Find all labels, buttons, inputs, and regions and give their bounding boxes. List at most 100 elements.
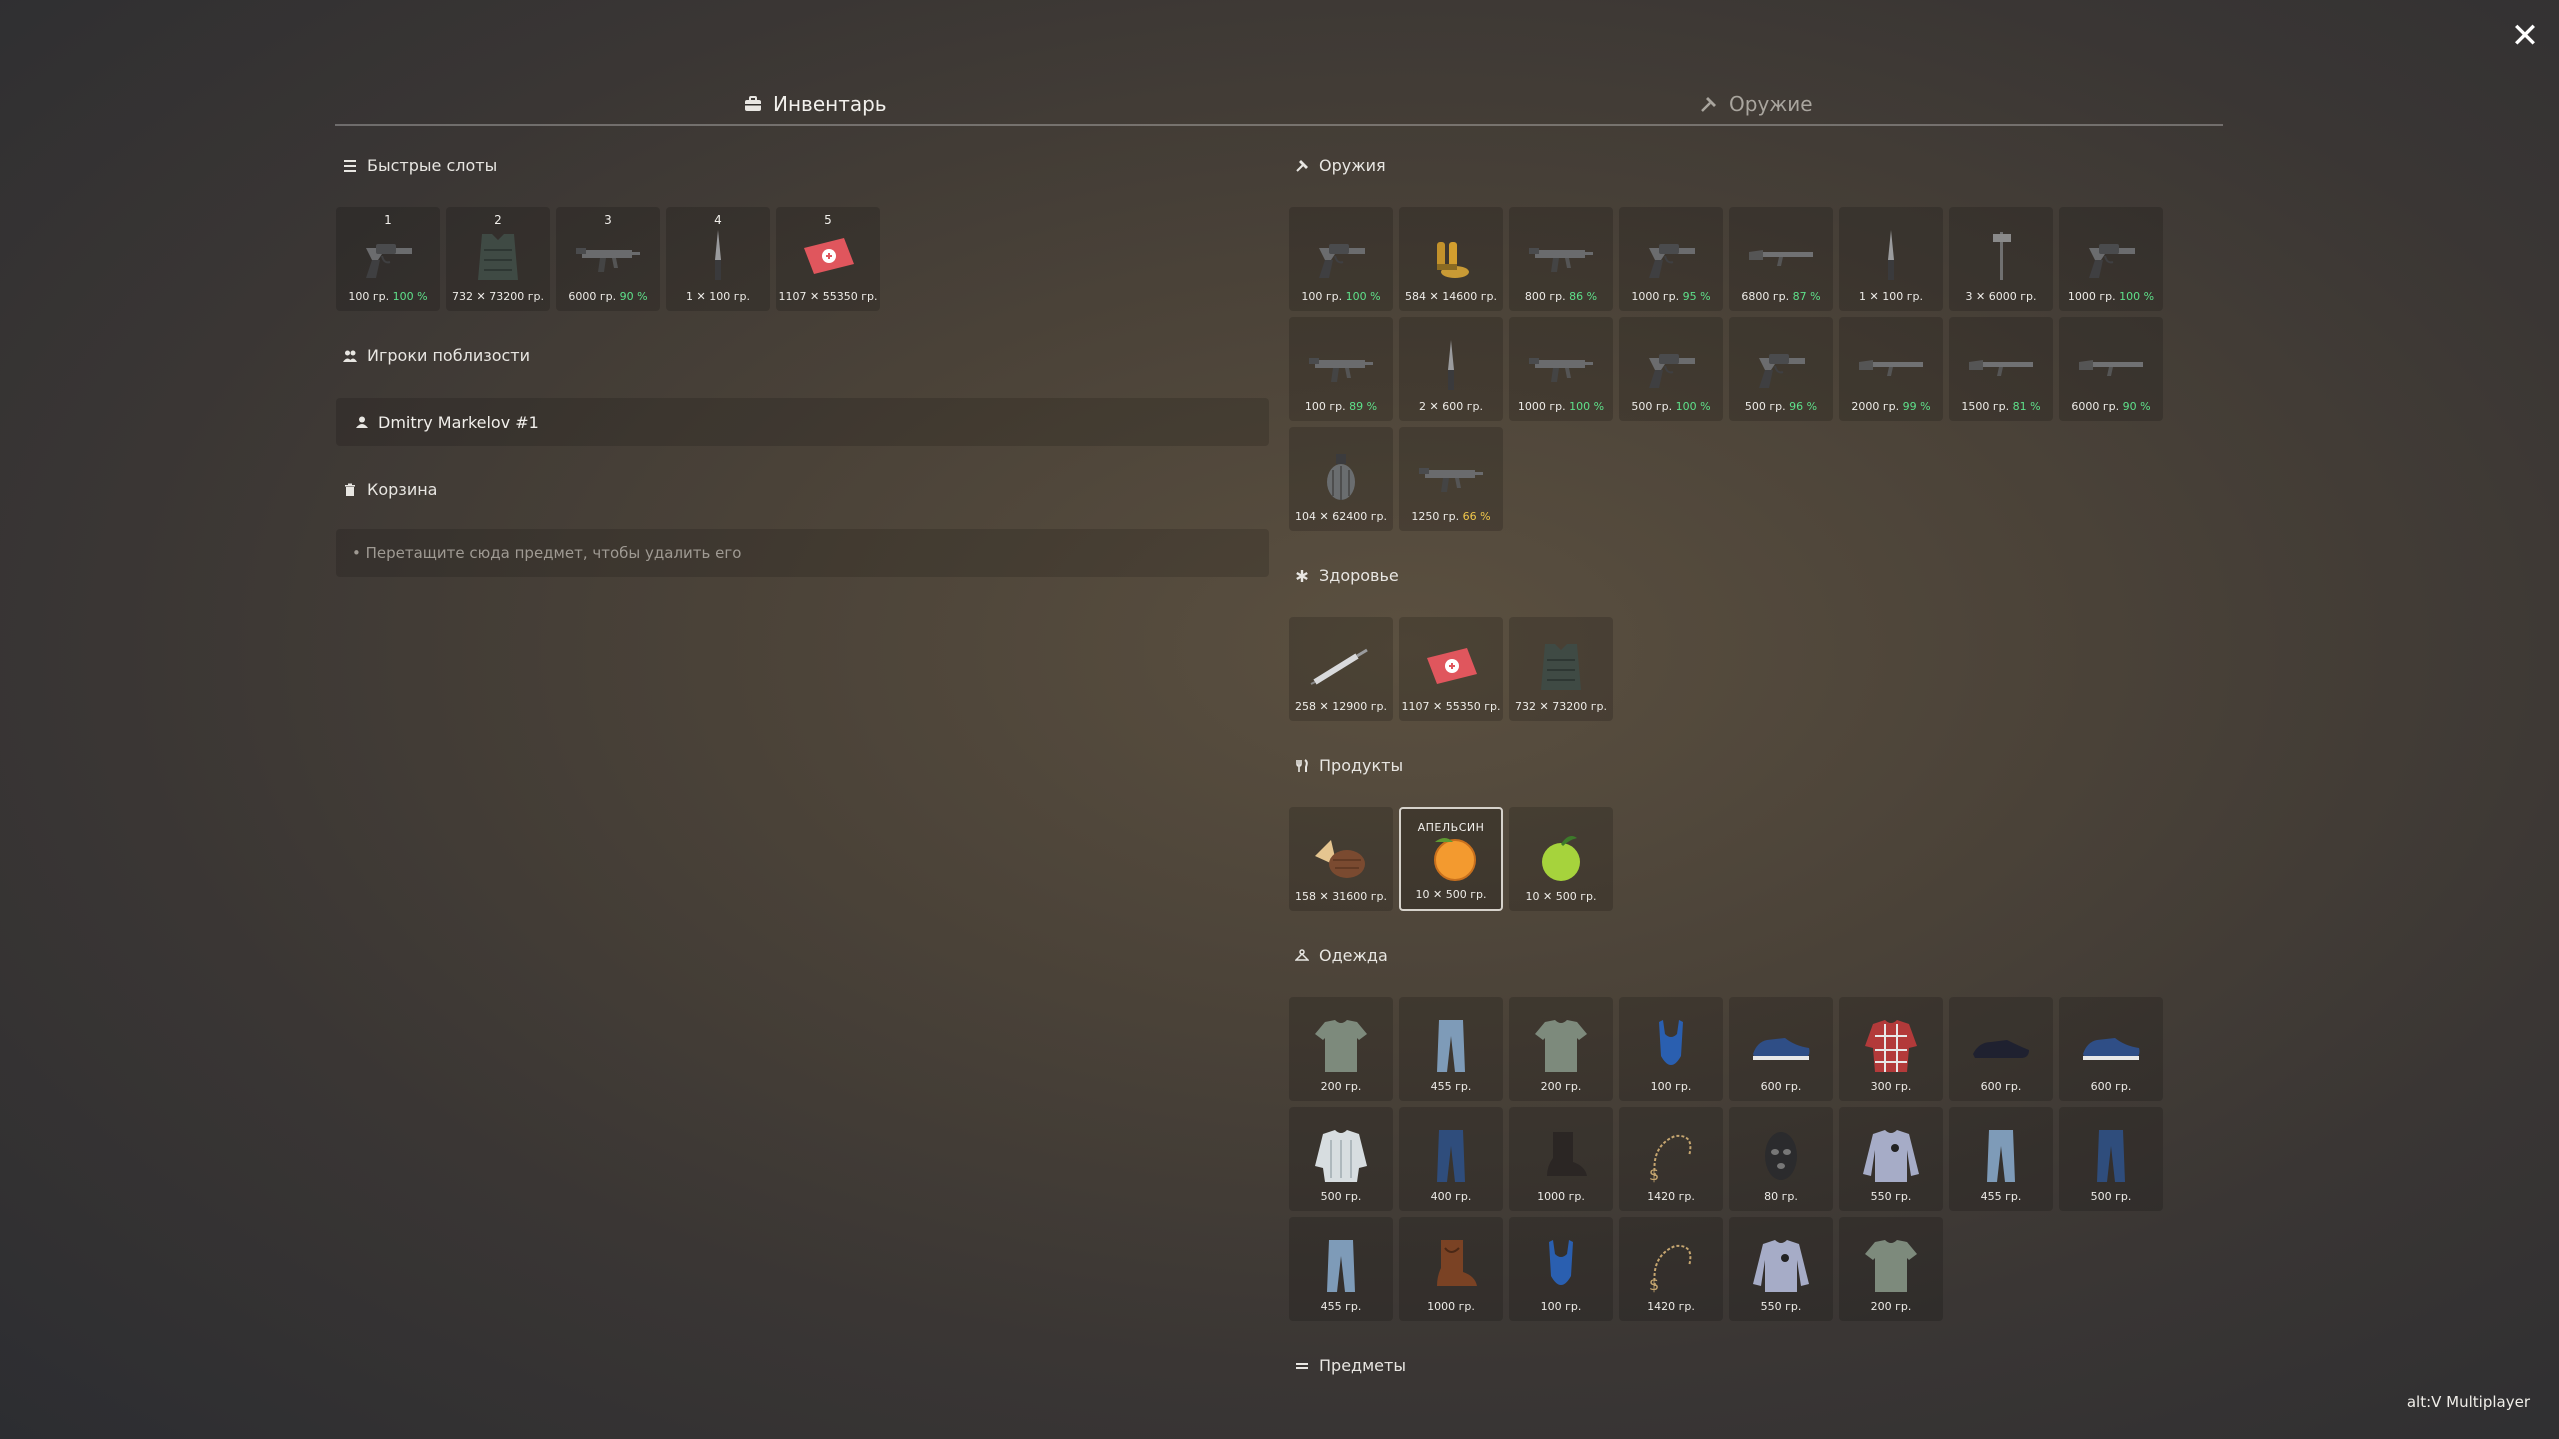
weapon-slot[interactable]: 1000 гр. 100 %	[1509, 317, 1613, 421]
weapon-slot[interactable]: 584 ✕ 14600 гр.	[1399, 207, 1503, 311]
quick-slot[interactable]: 3 6000 гр. 90 %	[556, 207, 660, 311]
clothes-slot[interactable]: 500 гр.	[2059, 1107, 2163, 1211]
item-weight: 1250 гр.	[1411, 510, 1460, 523]
clothes-slot[interactable]: 455 гр.	[1289, 1217, 1393, 1321]
clothes-slot[interactable]: 1000 гр.	[1509, 1107, 1613, 1211]
vest-icon	[1525, 636, 1597, 696]
quick-slot[interactable]: 4 1 ✕ 100 гр.	[666, 207, 770, 311]
knife-icon	[682, 226, 754, 286]
users-icon	[343, 350, 357, 362]
food-slot[interactable]: 10 ✕ 500 гр.	[1509, 807, 1613, 911]
weapon-slot[interactable]: 1250 гр. 66 %	[1399, 427, 1503, 531]
weapon-slot[interactable]: 104 ✕ 62400 гр.	[1289, 427, 1393, 531]
weapon-slot[interactable]: 2 ✕ 600 гр.	[1399, 317, 1503, 421]
weapon-slot[interactable]: 500 гр. 100 %	[1619, 317, 1723, 421]
food-slot[interactable]: АПЕЛЬСИН 10 ✕ 500 гр.	[1399, 807, 1503, 911]
clothes-slot[interactable]: 500 гр.	[1289, 1107, 1393, 1211]
item-caption: 1107 ✕ 55350 гр.	[779, 290, 878, 303]
item-caption: 600 гр.	[1981, 1080, 2022, 1093]
nearby-players-title: Игроки поблизости	[343, 346, 530, 365]
rifle-icon	[2075, 336, 2147, 396]
item-weight: 100 гр.	[1301, 290, 1343, 303]
clothes-slot[interactable]: 400 гр.	[1399, 1107, 1503, 1211]
tab-weapons[interactable]: Оружие	[1699, 84, 1813, 124]
rifle-icon	[1965, 336, 2037, 396]
chain-icon: $	[1635, 1236, 1707, 1296]
clothes-slot[interactable]: 550 гр.	[1729, 1217, 1833, 1321]
clothes-slot[interactable]: 455 гр.	[1399, 997, 1503, 1101]
syringe-icon	[1305, 636, 1377, 696]
food-slot[interactable]: 158 ✕ 31600 гр.	[1289, 807, 1393, 911]
quick-slot[interactable]: 2 732 ✕ 73200 гр.	[446, 207, 550, 311]
health-title: Здоровье	[1295, 566, 1399, 585]
weapon-slot[interactable]: 800 гр. 86 %	[1509, 207, 1613, 311]
item-caption: 400 гр.	[1431, 1190, 1472, 1203]
item-durability: 100 %	[1675, 400, 1711, 413]
revolver-icon	[352, 226, 424, 286]
clothes-slot[interactable]: $1420 гр.	[1619, 1217, 1723, 1321]
revolver-icon	[1635, 226, 1707, 286]
item-durability: 90 %	[2122, 400, 2151, 413]
clothes-slot[interactable]: 1000 гр.	[1399, 1217, 1503, 1321]
item-caption: 10 ✕ 500 гр.	[1526, 890, 1597, 903]
weapon-slot[interactable]: 1500 гр. 81 %	[1949, 317, 2053, 421]
close-button[interactable]: ✕	[2505, 16, 2545, 56]
item-weight: 1 ✕ 100 гр.	[1859, 290, 1923, 303]
weapon-slot[interactable]: 6000 гр. 90 %	[2059, 317, 2163, 421]
health-slot[interactable]: 1107 ✕ 55350 гр.	[1399, 617, 1503, 721]
tshirt-icon	[1305, 1016, 1377, 1076]
item-weight: 6000 гр.	[568, 290, 617, 303]
item-caption: 732 ✕ 73200 гр.	[1515, 700, 1607, 713]
food-grid: 158 ✕ 31600 гр. АПЕЛЬСИН 10 ✕ 500 гр. 10 ✕ …	[1289, 807, 2163, 911]
clothes-slot[interactable]: 100 гр.	[1619, 997, 1723, 1101]
weapon-slot[interactable]: 100 гр. 100 %	[1289, 207, 1393, 311]
backpack-icon	[745, 96, 761, 111]
item-durability: 89 %	[1349, 400, 1378, 413]
jeans-dark-icon	[1415, 1126, 1487, 1186]
health-slot[interactable]: 732 ✕ 73200 гр.	[1509, 617, 1613, 721]
clothes-slot[interactable]: 600 гр.	[2059, 997, 2163, 1101]
item-weight: 400 гр.	[1430, 1190, 1472, 1203]
item-weight: 2 ✕ 600 гр.	[1419, 400, 1483, 413]
revolver-icon	[1635, 336, 1707, 396]
weapon-slot[interactable]: 1000 гр. 95 %	[1619, 207, 1723, 311]
clothes-slot[interactable]: 100 гр.	[1509, 1217, 1613, 1321]
chain-icon: $	[1635, 1126, 1707, 1186]
tab-inventory[interactable]: Инвентарь	[743, 84, 887, 124]
weapon-slot[interactable]: 2000 гр. 99 %	[1839, 317, 1943, 421]
clothes-slot[interactable]: 600 гр.	[1949, 997, 2053, 1101]
clothes-slot[interactable]: 200 гр.	[1839, 1217, 1943, 1321]
weapon-slot[interactable]: 6800 гр. 87 %	[1729, 207, 1833, 311]
quick-slot[interactable]: 5 1107 ✕ 55350 гр.	[776, 207, 880, 311]
trash-drop-zone[interactable]: • Перетащите сюда предмет, чтобы удалить…	[336, 529, 1269, 577]
clothes-slot[interactable]: 600 гр.	[1729, 997, 1833, 1101]
player-row[interactable]: Dmitry Markelov #1	[336, 398, 1269, 446]
item-weight: 10 ✕ 500 гр.	[1525, 890, 1597, 903]
balaclava-icon	[1745, 1126, 1817, 1186]
weapon-slot[interactable]: 100 гр. 89 %	[1289, 317, 1393, 421]
weapon-slot[interactable]: 1 ✕ 100 гр.	[1839, 207, 1943, 311]
weapon-slot[interactable]: 1000 гр. 100 %	[2059, 207, 2163, 311]
smg-icon	[1305, 336, 1377, 396]
health-slot[interactable]: 258 ✕ 12900 гр.	[1289, 617, 1393, 721]
item-caption: 732 ✕ 73200 гр.	[452, 290, 544, 303]
weapon-slot[interactable]: 3 ✕ 6000 гр.	[1949, 207, 2053, 311]
item-caption: 300 гр.	[1871, 1080, 1912, 1093]
item-caption: 6000 гр. 90 %	[568, 290, 647, 303]
item-caption: 2000 гр. 99 %	[1851, 400, 1930, 413]
clothes-slot[interactable]: 200 гр.	[1509, 997, 1613, 1101]
item-caption: 455 гр.	[1431, 1080, 1472, 1093]
item-weight: 1500 гр.	[1961, 400, 2010, 413]
quick-slot[interactable]: 1 100 гр. 100 %	[336, 207, 440, 311]
clothes-slot[interactable]: 550 гр.	[1839, 1107, 1943, 1211]
clothes-slot[interactable]: $1420 гр.	[1619, 1107, 1723, 1211]
clothes-slot[interactable]: 200 гр.	[1289, 997, 1393, 1101]
quick-slots-grid: 1 100 гр. 100 % 2 732 ✕ 73200 гр. 3 6000 гр. …	[336, 207, 1210, 311]
clothes-slot[interactable]: 300 гр.	[1839, 997, 1943, 1101]
clothes-slot[interactable]: 80 гр.	[1729, 1107, 1833, 1211]
item-weight: 258 ✕ 12900 гр.	[1295, 700, 1387, 713]
trash-title-label: Корзина	[367, 480, 438, 499]
clothes-slot[interactable]: 455 гр.	[1949, 1107, 2053, 1211]
slot-number: 5	[824, 213, 832, 227]
weapon-slot[interactable]: 500 гр. 96 %	[1729, 317, 1833, 421]
